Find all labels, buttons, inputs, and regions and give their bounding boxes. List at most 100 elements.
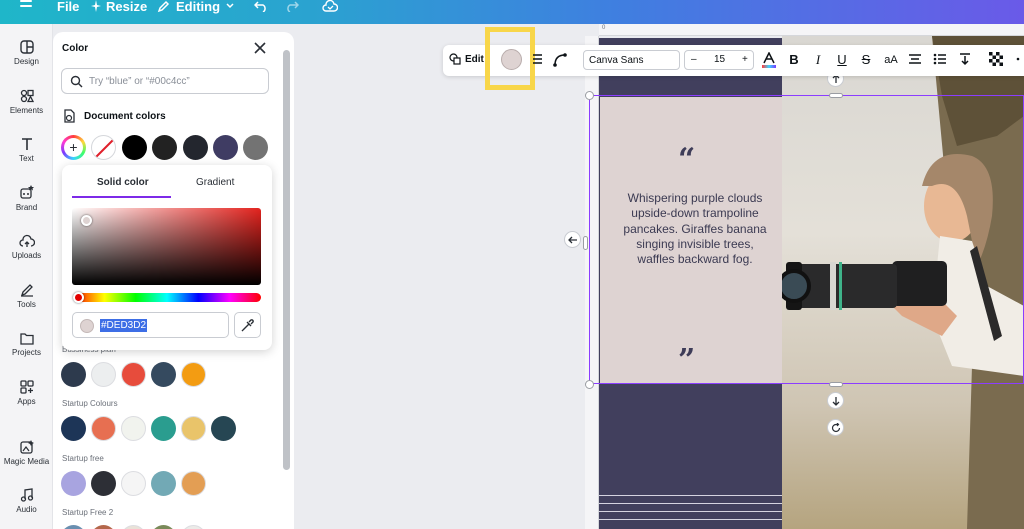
hamburger-menu-icon: [19, 0, 33, 14]
edit-button[interactable]: Edit: [449, 53, 484, 65]
bold-button[interactable]: B: [786, 52, 802, 68]
strikethrough-button[interactable]: S: [858, 52, 874, 68]
transparent-icon: [94, 138, 115, 159]
palette-color-swatch[interactable]: [151, 362, 176, 387]
file-menu[interactable]: File: [57, 0, 79, 14]
palette-color-swatch[interactable]: [151, 416, 176, 441]
rail-item-text[interactable]: Text: [0, 137, 53, 163]
color-search-input[interactable]: [89, 73, 264, 89]
tab-solid-color[interactable]: Solid color: [97, 177, 149, 188]
palette-color-swatch[interactable]: [181, 416, 206, 441]
palette-color-swatch[interactable]: [91, 416, 116, 441]
font-family-dropdown[interactable]: Canva Sans: [583, 50, 680, 70]
increase-font-size-button[interactable]: +: [742, 54, 748, 65]
list-button[interactable]: [932, 52, 948, 68]
palette-color-swatch[interactable]: [91, 525, 116, 529]
close-icon: [254, 42, 266, 54]
color-picker-popup: Solid color Gradient #DED3D2: [62, 165, 272, 350]
move-down-button[interactable]: [827, 392, 844, 409]
resize-handle-left[interactable]: [583, 236, 588, 250]
rotate-button[interactable]: [827, 419, 844, 436]
italic-button[interactable]: I: [810, 52, 826, 68]
rail-label: Design: [14, 57, 39, 66]
chevron-down-icon: [225, 0, 235, 14]
palette-color-swatch[interactable]: [121, 471, 146, 496]
resize-handle-top-left[interactable]: [585, 91, 594, 100]
underline-button[interactable]: U: [834, 52, 850, 68]
document-color-swatch[interactable]: [213, 135, 238, 160]
font-size-value[interactable]: 15: [714, 54, 725, 65]
hex-value: #DED3D2: [100, 319, 148, 332]
resize-handle-bottom-left[interactable]: [585, 380, 594, 389]
palette-color-swatch[interactable]: [181, 362, 206, 387]
left-ruler: [585, 36, 599, 529]
palette-color-swatch[interactable]: [61, 471, 86, 496]
redo-button[interactable]: [285, 0, 300, 14]
move-left-button[interactable]: [564, 231, 581, 248]
document-color-swatch[interactable]: [152, 135, 177, 160]
palette-name: Startup Colours: [62, 399, 118, 408]
palette-color-swatch[interactable]: [91, 362, 116, 387]
rail-label: Brand: [15, 203, 38, 212]
palette-color-swatch[interactable]: [151, 471, 176, 496]
transparency-button[interactable]: [988, 52, 1004, 68]
resize-handle-top[interactable]: [829, 93, 843, 98]
font-color-button[interactable]: [761, 51, 777, 68]
rail-item-audio[interactable]: Audio: [0, 488, 53, 514]
eyedropper-button[interactable]: [234, 312, 261, 338]
rail-item-projects[interactable]: Projects: [0, 332, 53, 357]
arrow-left-icon: [567, 236, 577, 244]
rail-item-design[interactable]: Design: [0, 40, 53, 66]
photographer-photo[interactable]: [782, 36, 1024, 529]
align-center-button[interactable]: [907, 52, 923, 68]
eyedropper-icon: [241, 319, 254, 332]
document-color-swatch[interactable]: [243, 135, 268, 160]
palette-color-swatch[interactable]: [91, 471, 116, 496]
close-panel-button[interactable]: [252, 40, 268, 56]
rail-item-apps[interactable]: Apps: [0, 380, 53, 406]
quote-text[interactable]: Whispering purple clouds upside-down tra…: [622, 191, 768, 267]
text-color-button[interactable]: [501, 49, 522, 70]
rail-item-tools[interactable]: Tools: [0, 283, 53, 309]
rail-item-brand[interactable]: Brand: [0, 184, 53, 212]
decorative-stripe: [599, 495, 782, 496]
more-options-button[interactable]: [1012, 52, 1024, 68]
hue-slider-handle[interactable]: [73, 292, 84, 303]
vertical-align-icon: [960, 53, 970, 66]
resize-handle-bottom[interactable]: [829, 382, 843, 387]
palette-color-swatch[interactable]: [61, 525, 86, 529]
palette-color-swatch[interactable]: [151, 525, 176, 529]
add-color-button[interactable]: +: [61, 135, 86, 160]
spacing-button[interactable]: [529, 52, 545, 68]
rail-item-uploads[interactable]: Uploads: [0, 234, 53, 260]
no-color-swatch[interactable]: [91, 135, 116, 160]
palette-color-swatch[interactable]: [181, 471, 206, 496]
letter-case-button[interactable]: aA: [881, 52, 901, 68]
hue-slider[interactable]: [73, 293, 261, 302]
palette-color-swatch[interactable]: [211, 416, 236, 441]
tab-gradient[interactable]: Gradient: [196, 177, 234, 188]
rail-item-magic-media[interactable]: Magic Media: [0, 440, 53, 466]
undo-button[interactable]: [253, 0, 268, 14]
decrease-font-size-button[interactable]: –: [691, 54, 697, 65]
rail-item-elements[interactable]: Elements: [0, 89, 53, 115]
curve-text-button[interactable]: [552, 52, 568, 68]
document-color-swatch[interactable]: [122, 135, 147, 160]
document-color-swatch[interactable]: [183, 135, 208, 160]
palette-color-swatch[interactable]: [121, 362, 146, 387]
editing-mode-dropdown[interactable]: Editing: [157, 0, 235, 14]
hex-color-input[interactable]: #DED3D2: [72, 312, 229, 338]
palette-color-swatch[interactable]: [121, 416, 146, 441]
text-position-button[interactable]: [957, 52, 973, 68]
palette-color-swatch[interactable]: [61, 416, 86, 441]
palette-color-swatch[interactable]: [181, 525, 206, 529]
palette-color-swatch[interactable]: [121, 525, 146, 529]
save-status-button[interactable]: [322, 0, 339, 14]
resize-button[interactable]: Resize: [91, 0, 147, 14]
saturation-handle[interactable]: [81, 215, 92, 226]
saturation-brightness-area[interactable]: [72, 208, 261, 285]
menu-button[interactable]: [19, 0, 33, 14]
panel-scrollbar[interactable]: [283, 50, 290, 470]
text-icon: [21, 138, 32, 150]
palette-color-swatch[interactable]: [61, 362, 86, 387]
